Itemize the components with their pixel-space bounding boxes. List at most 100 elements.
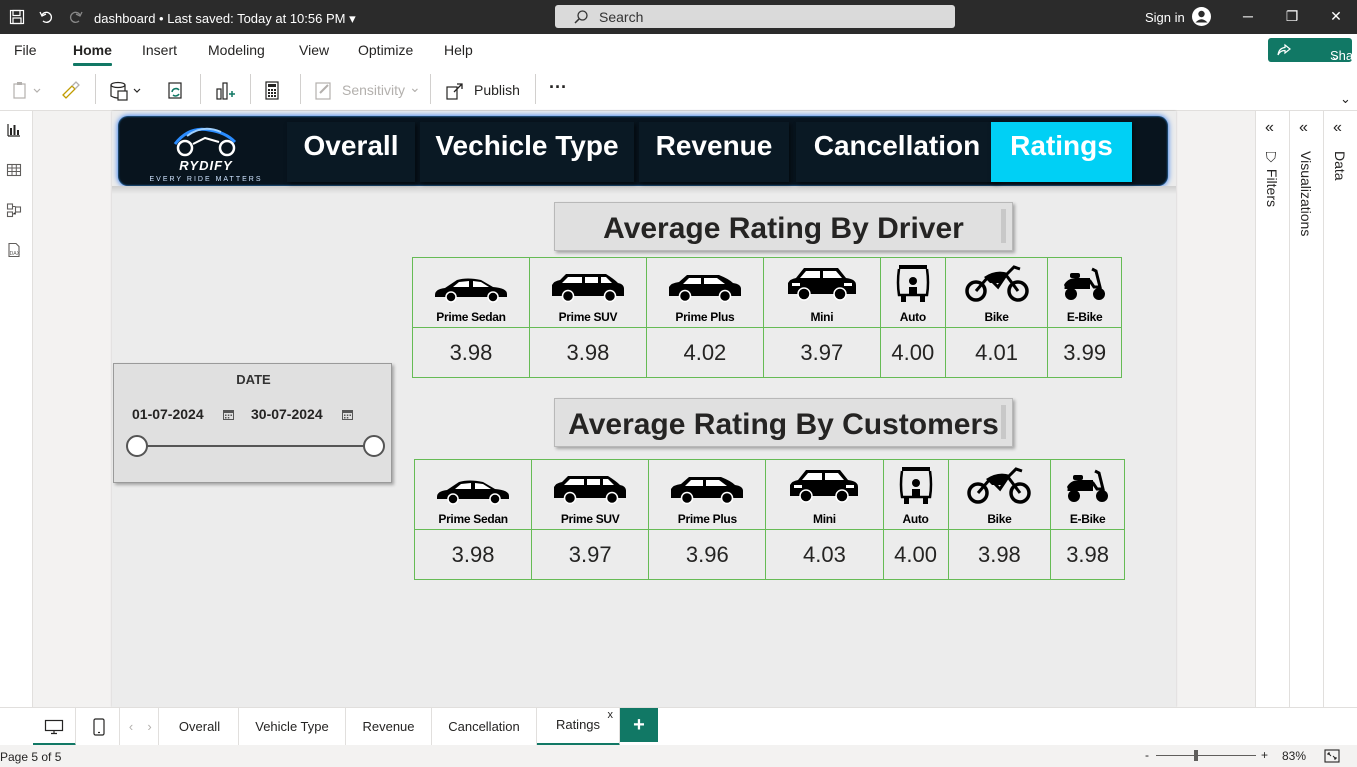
collapse-ribbon-icon[interactable]: ⌄ — [1340, 91, 1351, 107]
close-icon[interactable]: x — [608, 698, 614, 732]
visualizations-pane[interactable]: « Visualizations — [1289, 111, 1323, 707]
page-tab-ratings-label: Ratings — [555, 717, 601, 732]
share-button[interactable]: Share ⌄ — [1268, 38, 1357, 63]
menu-view[interactable]: View — [299, 42, 329, 58]
fit-to-page-icon[interactable] — [1324, 749, 1340, 763]
table-view-icon[interactable] — [6, 162, 22, 178]
report-view-icon[interactable] — [6, 122, 22, 138]
zoom-slider[interactable] — [1156, 755, 1256, 756]
expand-icon[interactable]: « — [1333, 119, 1342, 137]
filters-pane[interactable]: « ⛉ Filters — [1255, 111, 1289, 707]
rating-value: 4.00 — [879, 327, 946, 378]
paste-icon[interactable] — [12, 81, 42, 99]
page-tab-revenue[interactable]: Revenue — [346, 708, 432, 746]
calculator-icon[interactable] — [263, 81, 281, 101]
sensitivity-icon — [315, 82, 331, 100]
auto-rickshaw-icon — [884, 463, 948, 510]
driver-rating-table: Prime Sedan Prime SUV Prime Plus Mini Auto Bi… — [412, 257, 1122, 378]
vehicle-header-cell: Auto — [879, 257, 946, 328]
rating-value: 3.98 — [528, 327, 647, 378]
data-pane[interactable]: « Data — [1323, 111, 1357, 707]
ribbon-toolbar: Sensitivity ⌄ Publish ··· ⌄ — [0, 67, 1357, 111]
vehicle-header-cell: Bike — [947, 459, 1052, 530]
redo-icon[interactable] — [68, 9, 84, 25]
rating-value: 3.97 — [531, 529, 650, 580]
page-tab-cancellation[interactable]: Cancellation — [432, 708, 537, 746]
page-tab-overall[interactable]: Overall — [161, 708, 239, 746]
title-accent — [1001, 405, 1006, 439]
rating-value: 3.96 — [648, 529, 767, 580]
vehicle-header-cell: E-Bike — [1050, 459, 1125, 530]
nav-tab-revenue[interactable]: Revenue — [639, 122, 789, 182]
scroll-left-icon[interactable]: ‹ — [122, 708, 140, 746]
end-date-input[interactable]: 30-07-2024 — [251, 406, 323, 422]
close-icon[interactable]: ✕ — [1326, 8, 1346, 25]
rating-value: 4.00 — [882, 529, 949, 580]
page-tab-vehicle-type[interactable]: Vehicle Type — [239, 708, 346, 746]
nav-tab-ratings[interactable]: Ratings — [991, 122, 1132, 182]
menu-help[interactable]: Help — [444, 42, 473, 58]
page-tabs-bar: ‹ › Overall Vehicle Type Revenue Cancell… — [0, 707, 1357, 746]
mobile-icon — [92, 718, 105, 736]
title-accent — [1001, 209, 1006, 243]
mini-car-icon — [766, 465, 882, 510]
calendar-icon[interactable] — [223, 409, 234, 420]
save-icon[interactable] — [9, 9, 25, 25]
desktop-layout-button[interactable] — [33, 708, 76, 746]
range-end-handle[interactable] — [363, 435, 385, 457]
vehicle-label: E-Bike — [1069, 512, 1106, 526]
nav-tab-vehicle-type[interactable]: Vechicle Type — [420, 122, 634, 182]
expand-icon[interactable]: « — [1265, 119, 1274, 137]
scroll-right-icon[interactable]: › — [141, 708, 159, 746]
filters-pane-label: ⛉ Filters — [1264, 151, 1280, 207]
add-page-button[interactable]: + — [620, 708, 658, 742]
vehicle-header-cell: Prime Sedan — [412, 257, 530, 328]
vehicle-header-cell: Auto — [882, 459, 949, 530]
sedan-car-icon — [415, 475, 531, 510]
menu-insert[interactable]: Insert — [142, 42, 177, 58]
nav-tab-overall[interactable]: Overall — [287, 122, 415, 182]
vehicle-header-cell: Bike — [944, 257, 1049, 328]
sign-in-link[interactable]: Sign in — [1145, 10, 1185, 25]
zoom-out-button[interactable]: - — [1145, 748, 1149, 762]
menu-optimize[interactable]: Optimize — [358, 42, 413, 58]
vehicle-label: Mini — [813, 512, 836, 526]
svg-text:DAX: DAX — [10, 251, 21, 257]
date-slicer[interactable]: DATE 01-07-2024 30-07-2024 — [113, 363, 392, 483]
calendar-icon[interactable] — [342, 409, 353, 420]
search-icon — [574, 10, 588, 24]
minimize-icon[interactable]: ─ — [1238, 8, 1258, 24]
start-date-input[interactable]: 01-07-2024 — [132, 406, 204, 422]
dax-query-icon[interactable]: DAX — [6, 242, 22, 258]
zoom-slider-thumb[interactable] — [1194, 750, 1198, 761]
get-data-icon[interactable] — [108, 81, 144, 101]
expand-icon[interactable]: « — [1299, 119, 1308, 137]
refresh-icon[interactable] — [166, 81, 186, 101]
menu-modeling[interactable]: Modeling — [208, 42, 265, 58]
page-tab-ratings[interactable]: Ratings x — [537, 708, 620, 746]
publish-button[interactable]: Publish — [474, 82, 520, 98]
rating-value: 3.98 — [947, 529, 1052, 580]
model-view-icon[interactable] — [6, 202, 22, 218]
avatar-icon[interactable] — [1192, 7, 1211, 26]
vehicle-header-cell: Prime SUV — [528, 257, 647, 328]
format-painter-icon[interactable] — [60, 81, 80, 99]
menu-home[interactable]: Home — [73, 42, 112, 58]
range-start-handle[interactable] — [126, 435, 148, 457]
search-box[interactable]: Search — [555, 5, 955, 28]
rating-value: 3.97 — [762, 327, 881, 378]
more-options-icon[interactable]: ··· — [549, 77, 567, 98]
new-visual-icon[interactable] — [214, 81, 236, 101]
data-label: Data — [1332, 151, 1348, 181]
maximize-icon[interactable]: ❐ — [1282, 8, 1302, 25]
document-title[interactable]: dashboard • Last saved: Today at 10:56 P… — [94, 11, 356, 27]
slicer-title: DATE — [236, 372, 271, 387]
nav-tab-cancellation[interactable]: Cancellation — [796, 122, 998, 182]
mobile-layout-button[interactable] — [78, 708, 120, 746]
undo-icon[interactable] — [38, 9, 54, 25]
date-range-track[interactable] — [138, 445, 374, 447]
zoom-in-button[interactable]: + — [1261, 748, 1268, 762]
menu-file[interactable]: File — [14, 42, 37, 58]
vehicle-header-cell: E-Bike — [1047, 257, 1122, 328]
chevron-down-icon[interactable]: ▾ — [349, 11, 356, 26]
